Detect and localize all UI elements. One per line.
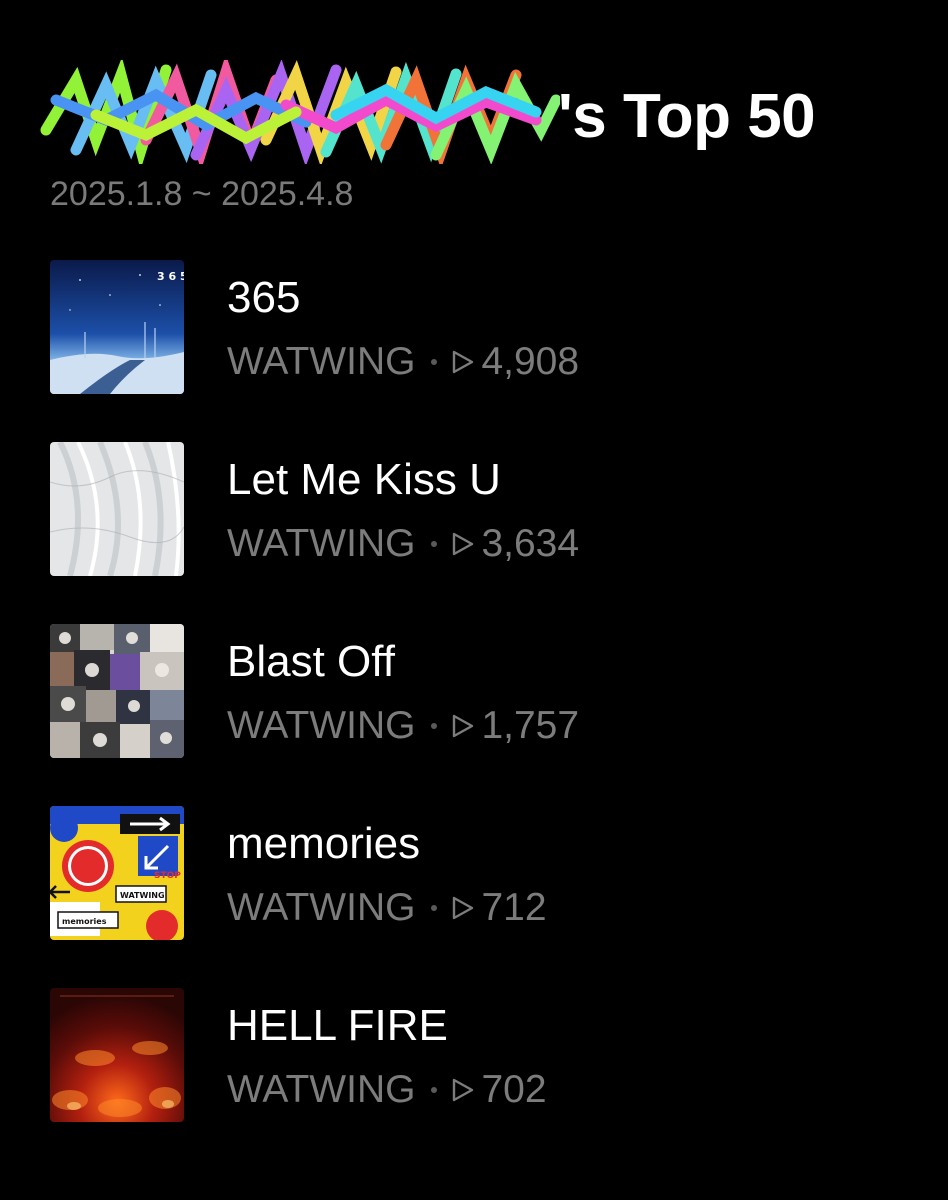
play-count-icon bbox=[451, 348, 475, 376]
play-count-icon bbox=[451, 1076, 475, 1104]
album-cover: 3 6 5 bbox=[50, 260, 184, 394]
album-cover bbox=[50, 988, 184, 1122]
track-title: memories bbox=[227, 819, 421, 868]
track-title: Blast Off bbox=[227, 637, 395, 686]
track-meta: WATWING 1,757 bbox=[227, 702, 579, 750]
artist-name: WATWING bbox=[227, 1068, 416, 1111]
separator-dot bbox=[431, 541, 438, 547]
artist-name: WATWING bbox=[227, 886, 416, 929]
separator-dot bbox=[431, 723, 438, 729]
album-cover bbox=[50, 442, 184, 576]
play-count: 1,757 bbox=[481, 704, 580, 747]
play-count-icon bbox=[451, 894, 475, 922]
track-meta: WATWING 3,634 bbox=[227, 520, 579, 568]
separator-dot bbox=[431, 359, 438, 365]
artist-name: WATWING bbox=[227, 340, 416, 383]
cover-number-text: 3 6 5 bbox=[157, 270, 184, 283]
play-count: 712 bbox=[481, 886, 547, 929]
artist-name: WATWING bbox=[227, 522, 416, 565]
play-count: 3,634 bbox=[481, 522, 580, 565]
album-cover: WATWING memories STOP bbox=[50, 806, 184, 940]
play-count-icon bbox=[451, 712, 475, 740]
track-row[interactable]: 3 6 5 365 WATWING 4,908 bbox=[50, 260, 910, 394]
track-meta: WATWING 4,908 bbox=[227, 338, 579, 386]
separator-dot bbox=[431, 1087, 438, 1093]
play-count-icon bbox=[451, 530, 475, 558]
track-meta: WATWING 702 bbox=[227, 1066, 547, 1114]
cover-label-memories: memories bbox=[62, 917, 107, 926]
header: 's Top 50 bbox=[40, 60, 910, 170]
play-count: 4,908 bbox=[481, 340, 580, 383]
track-row[interactable]: HELL FIRE WATWING 702 bbox=[50, 988, 910, 1122]
play-count: 702 bbox=[481, 1068, 547, 1111]
track-row[interactable]: Blast Off WATWING 1,757 bbox=[50, 624, 910, 758]
track-list: 3 6 5 365 WATWING 4,908 Let Me Kiss U WA… bbox=[50, 260, 910, 1170]
cover-label-stop: STOP bbox=[154, 871, 181, 881]
redaction-scribble bbox=[40, 60, 560, 164]
album-cover bbox=[50, 624, 184, 758]
artist-name: WATWING bbox=[227, 704, 416, 747]
track-title: HELL FIRE bbox=[227, 1001, 448, 1050]
track-meta: WATWING 712 bbox=[227, 884, 547, 932]
track-title: 365 bbox=[227, 273, 301, 322]
track-row[interactable]: Let Me Kiss U WATWING 3,634 bbox=[50, 442, 910, 576]
separator-dot bbox=[431, 905, 438, 911]
cover-label-watwing: WATWING bbox=[120, 891, 165, 900]
track-row[interactable]: WATWING memories STOP memories WATWING 7… bbox=[50, 806, 910, 940]
track-title: Let Me Kiss U bbox=[227, 455, 501, 504]
date-range: 2025.1.8 ~ 2025.4.8 bbox=[50, 175, 354, 213]
chart-title: 's Top 50 bbox=[558, 82, 816, 151]
